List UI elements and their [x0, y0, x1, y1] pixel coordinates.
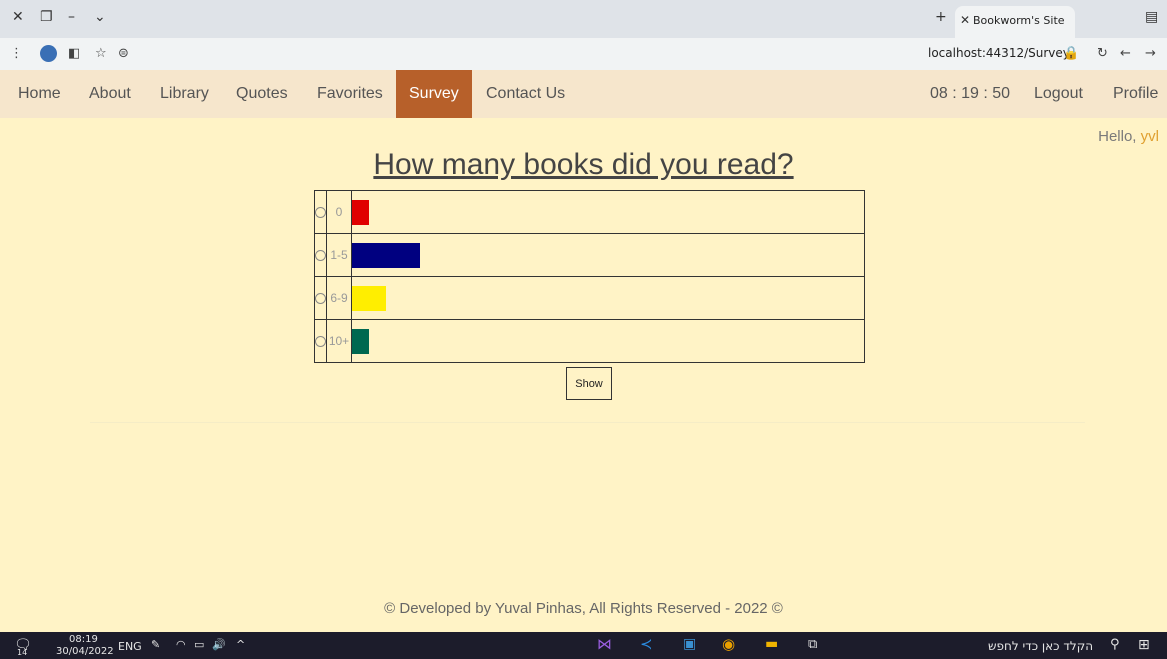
nav-contact-us[interactable]: Contact Us — [486, 70, 565, 118]
sidebar-icon[interactable]: ◧ — [68, 46, 80, 61]
start-windows-icon[interactable]: ⊞ — [1138, 637, 1150, 653]
wifi-icon[interactable]: ◠ — [176, 638, 186, 651]
language-indicator[interactable]: ENG — [118, 640, 142, 653]
greeting-text: Hello, — [1098, 128, 1141, 145]
tab-close-icon[interactable]: ✕ — [960, 13, 970, 27]
option-label: 6-9 — [326, 276, 352, 320]
show-button[interactable]: Show — [566, 367, 612, 400]
option-label: 10+ — [326, 319, 352, 363]
task-view-icon[interactable]: ⧉ — [808, 637, 817, 652]
tab-list-chevron-icon[interactable]: ⌄ — [94, 9, 106, 25]
result-bar — [352, 242, 420, 268]
file-explorer-icon[interactable]: ▬ — [765, 636, 778, 652]
option-radio[interactable] — [315, 206, 326, 218]
back-arrow-icon[interactable]: ← — [1120, 46, 1131, 61]
greeting: Hello, yvl — [1098, 128, 1159, 145]
forward-arrow-icon[interactable]: → — [1145, 46, 1156, 61]
survey-question: How many books did you read? — [373, 148, 794, 181]
radio-cell — [314, 233, 327, 277]
divider — [90, 422, 1085, 423]
nav-quotes[interactable]: Quotes — [236, 70, 288, 118]
option-radio[interactable] — [315, 292, 326, 304]
tray-chevron-icon[interactable]: ^ — [236, 638, 245, 651]
search-icon[interactable]: ⚲ — [1110, 637, 1120, 652]
footer-text: © Developed by Yuval Pinhas, All Rights … — [384, 600, 783, 617]
nav-library[interactable]: Library — [160, 70, 209, 118]
address-bar-row: ⋮ ◧ ☆ ⊜ localhost:44312/Survey 🔒 ↻ ← → — [0, 38, 1167, 71]
clock-time[interactable]: 08:19 — [69, 634, 98, 645]
chrome-icon[interactable]: ◉ — [722, 635, 735, 653]
survey-row: 10+ — [314, 319, 865, 363]
visual-studio-icon[interactable]: ⋈ — [597, 635, 612, 653]
result-bar — [352, 328, 369, 354]
option-radio[interactable] — [315, 335, 326, 347]
battery-icon[interactable]: ▭ — [194, 638, 204, 651]
menu-dots-icon[interactable]: ⋮ — [10, 46, 23, 61]
collections-icon[interactable]: ⊜ — [118, 46, 129, 61]
radio-cell — [314, 190, 327, 234]
refresh-icon[interactable]: ↻ — [1097, 46, 1108, 61]
store-icon[interactable]: ▣ — [683, 636, 696, 652]
reading-mode-icon[interactable]: ▤ — [1145, 9, 1158, 25]
taskbar-search-input[interactable]: הקלד כאן כדי לחפש — [988, 639, 1093, 653]
result-bar — [352, 199, 369, 225]
survey-table: 0 1-5 6-9 10+ — [314, 190, 865, 363]
option-label: 0 — [326, 190, 352, 234]
username: yvl — [1140, 128, 1159, 145]
clock: 08 : 19 : 50 — [930, 85, 1011, 102]
pen-icon[interactable]: ✎ — [151, 638, 160, 651]
browser-tab-strip: ✕ ❐ – ⌄ + ✕ Bookworm's Site ▤ — [0, 0, 1167, 38]
windows-taskbar: ⊞ ⚲ הקלד כאן כדי לחפש ⧉ ▬ ◉ ▣ ≺ ⋈ ^ 🔊 ▭ … — [0, 632, 1167, 659]
bar-cell — [351, 233, 865, 277]
clock-date[interactable]: 30/04/2022 — [56, 646, 114, 657]
nav-profile[interactable]: Profile — [1113, 70, 1158, 118]
bar-cell — [351, 276, 865, 320]
volume-icon[interactable]: 🔊 — [212, 638, 226, 651]
lock-icon: 🔒 — [1063, 46, 1080, 61]
bar-cell — [351, 190, 865, 234]
url-field[interactable]: localhost:44312/Survey — [928, 46, 1070, 60]
survey-row: 0 — [314, 190, 865, 234]
minimize-window-icon[interactable]: – — [68, 9, 75, 25]
bar-cell — [351, 319, 865, 363]
restore-window-icon[interactable]: ❐ — [40, 9, 53, 25]
survey-row: 6-9 — [314, 276, 865, 320]
survey-row: 1-5 — [314, 233, 865, 277]
nav-survey[interactable]: Survey — [396, 70, 472, 118]
tab-title: Bookworm's Site — [973, 14, 1065, 27]
result-bar — [352, 285, 386, 311]
favorite-star-icon[interactable]: ☆ — [95, 46, 107, 61]
browser-tab[interactable]: ✕ Bookworm's Site — [955, 6, 1075, 38]
notification-count: 14 — [17, 648, 28, 657]
nav-logout[interactable]: Logout — [1034, 70, 1083, 118]
option-radio[interactable] — [315, 249, 326, 261]
nav-about[interactable]: About — [89, 70, 131, 118]
profile-avatar-icon[interactable] — [40, 45, 57, 62]
radio-cell — [314, 319, 327, 363]
nav-home[interactable]: Home — [18, 70, 61, 118]
radio-cell — [314, 276, 327, 320]
site-navbar: Home About Library Quotes Favorites Surv… — [0, 70, 1167, 118]
new-tab-icon[interactable]: + — [935, 9, 947, 25]
option-label: 1-5 — [326, 233, 352, 277]
vscode-icon[interactable]: ≺ — [640, 635, 653, 653]
nav-favorites[interactable]: Favorites — [317, 70, 383, 118]
close-window-icon[interactable]: ✕ — [12, 9, 24, 25]
